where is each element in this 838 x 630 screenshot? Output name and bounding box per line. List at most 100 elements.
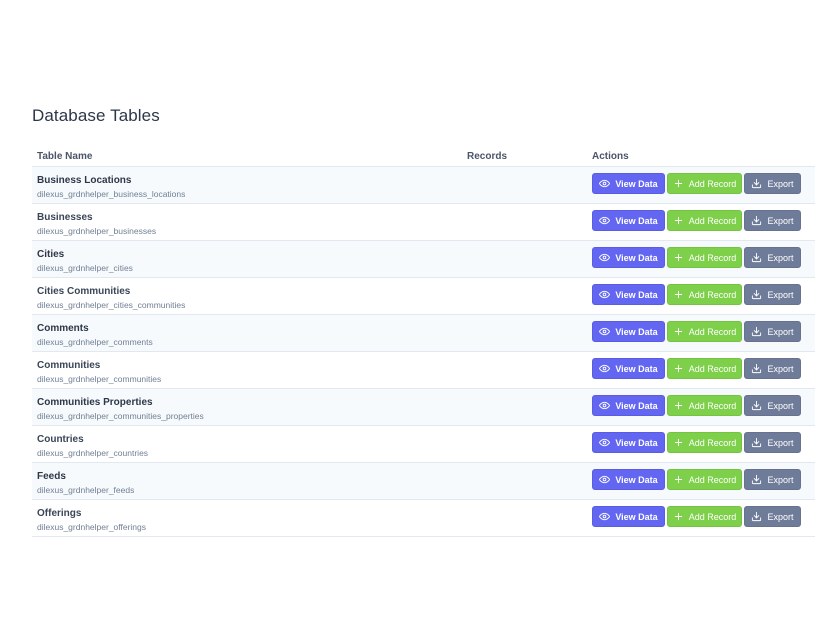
add-record-button[interactable]: Add Record [667, 247, 742, 268]
export-button[interactable]: Export [744, 432, 801, 453]
table-db-name: dilexus_grdnhelper_countries [37, 448, 149, 458]
table-display-name: Businesses [37, 212, 93, 223]
export-button[interactable]: Export [744, 506, 801, 527]
view-data-button[interactable]: View Data [592, 506, 665, 527]
export-button[interactable]: Export [744, 173, 801, 194]
table-body: Business Locations dilexus_grdnhelper_bu… [32, 167, 815, 537]
view-data-label: View Data [615, 511, 658, 522]
view-data-button[interactable]: View Data [592, 210, 665, 231]
view-data-button[interactable]: View Data [592, 432, 665, 453]
view-data-label: View Data [615, 400, 658, 411]
export-label: Export [767, 437, 794, 448]
export-button[interactable]: Export [744, 247, 801, 268]
download-icon [752, 474, 762, 485]
export-button[interactable]: Export [744, 358, 801, 379]
table-row: Cities Communities dilexus_grdnhelper_ci… [32, 278, 815, 315]
add-record-button[interactable]: Add Record [667, 284, 742, 305]
export-button[interactable]: Export [744, 210, 801, 231]
table-display-name: Cities [37, 249, 65, 260]
view-data-button[interactable]: View Data [592, 284, 665, 305]
add-record-button[interactable]: Add Record [667, 321, 742, 342]
eye-icon [599, 216, 611, 225]
add-record-button[interactable]: Add Record [667, 432, 742, 453]
export-button[interactable]: Export [744, 395, 801, 416]
add-record-button[interactable]: Add Record [667, 358, 742, 379]
download-icon [752, 363, 762, 374]
eye-icon [599, 179, 611, 188]
view-data-label: View Data [615, 252, 658, 263]
download-icon [752, 215, 762, 226]
download-icon [752, 326, 762, 337]
eye-icon [599, 475, 611, 484]
export-button[interactable]: Export [744, 284, 801, 305]
export-button[interactable]: Export [744, 321, 801, 342]
table-db-name: dilexus_grdnhelper_cities [37, 263, 133, 273]
table-db-name: dilexus_grdnhelper_communities_propertie… [37, 411, 204, 421]
table-display-name: Comments [37, 323, 89, 334]
table-db-name: dilexus_grdnhelper_offerings [37, 522, 147, 532]
download-icon [752, 289, 762, 300]
add-record-button[interactable]: Add Record [667, 395, 742, 416]
view-data-button[interactable]: View Data [592, 173, 665, 194]
page-title: Database Tables [32, 106, 160, 125]
table-row: Business Locations dilexus_grdnhelper_bu… [32, 167, 815, 204]
add-record-label: Add Record [688, 252, 737, 263]
download-icon [752, 511, 762, 522]
plus-icon [674, 290, 682, 299]
plus-icon [674, 475, 682, 484]
table-row: Countries dilexus_grdnhelper_countries V… [32, 426, 815, 463]
table-row: Communities Properties dilexus_grdnhelpe… [32, 389, 815, 426]
add-record-button[interactable]: Add Record [667, 506, 742, 527]
table-display-name: Business Locations [37, 175, 132, 186]
export-label: Export [767, 511, 794, 522]
download-icon [752, 437, 762, 448]
add-record-button[interactable]: Add Record [667, 173, 742, 194]
view-data-label: View Data [615, 474, 658, 485]
plus-icon [674, 512, 682, 521]
table-db-name: dilexus_grdnhelper_businesses [37, 226, 157, 236]
view-data-button[interactable]: View Data [592, 395, 665, 416]
view-data-button[interactable]: View Data [592, 247, 665, 268]
view-data-button[interactable]: View Data [592, 358, 665, 379]
add-record-label: Add Record [688, 474, 737, 485]
database-tables-table: Table Name Records Actions Business Loca… [32, 146, 815, 537]
table-row: Offerings dilexus_grdnhelper_offerings V… [32, 500, 815, 537]
add-record-label: Add Record [688, 400, 737, 411]
export-label: Export [767, 400, 794, 411]
download-icon [752, 252, 762, 263]
download-icon [752, 178, 762, 189]
table-display-name: Communities [37, 360, 101, 371]
add-record-label: Add Record [688, 363, 737, 374]
add-record-label: Add Record [688, 289, 737, 300]
eye-icon [599, 253, 611, 262]
table-display-name: Countries [37, 434, 84, 445]
table-row: Communities dilexus_grdnhelper_communiti… [32, 352, 815, 389]
export-button[interactable]: Export [744, 469, 801, 490]
table-db-name: dilexus_grdnhelper_business_locations [37, 189, 186, 199]
column-header-records: Records [467, 151, 508, 162]
view-data-button[interactable]: View Data [592, 321, 665, 342]
table-row: Cities dilexus_grdnhelper_cities View Da… [32, 241, 815, 278]
add-record-button[interactable]: Add Record [667, 210, 742, 231]
view-data-label: View Data [615, 215, 658, 226]
add-record-label: Add Record [688, 437, 737, 448]
table-db-name: dilexus_grdnhelper_cities_communities [37, 300, 186, 310]
table-row: Businesses dilexus_grdnhelper_businesses… [32, 204, 815, 241]
plus-icon [674, 401, 682, 410]
plus-icon [674, 327, 682, 336]
export-label: Export [767, 178, 794, 189]
table-db-name: dilexus_grdnhelper_comments [37, 337, 153, 347]
table-display-name: Feeds [37, 471, 66, 482]
export-label: Export [767, 474, 794, 485]
add-record-label: Add Record [688, 511, 737, 522]
export-label: Export [767, 252, 794, 263]
export-label: Export [767, 363, 794, 374]
add-record-button[interactable]: Add Record [667, 469, 742, 490]
view-data-button[interactable]: View Data [592, 469, 665, 490]
view-data-label: View Data [615, 178, 658, 189]
plus-icon [674, 364, 682, 373]
plus-icon [674, 216, 682, 225]
view-data-label: View Data [615, 363, 658, 374]
view-data-label: View Data [615, 437, 658, 448]
table-row: Comments dilexus_grdnhelper_comments Vie… [32, 315, 815, 352]
